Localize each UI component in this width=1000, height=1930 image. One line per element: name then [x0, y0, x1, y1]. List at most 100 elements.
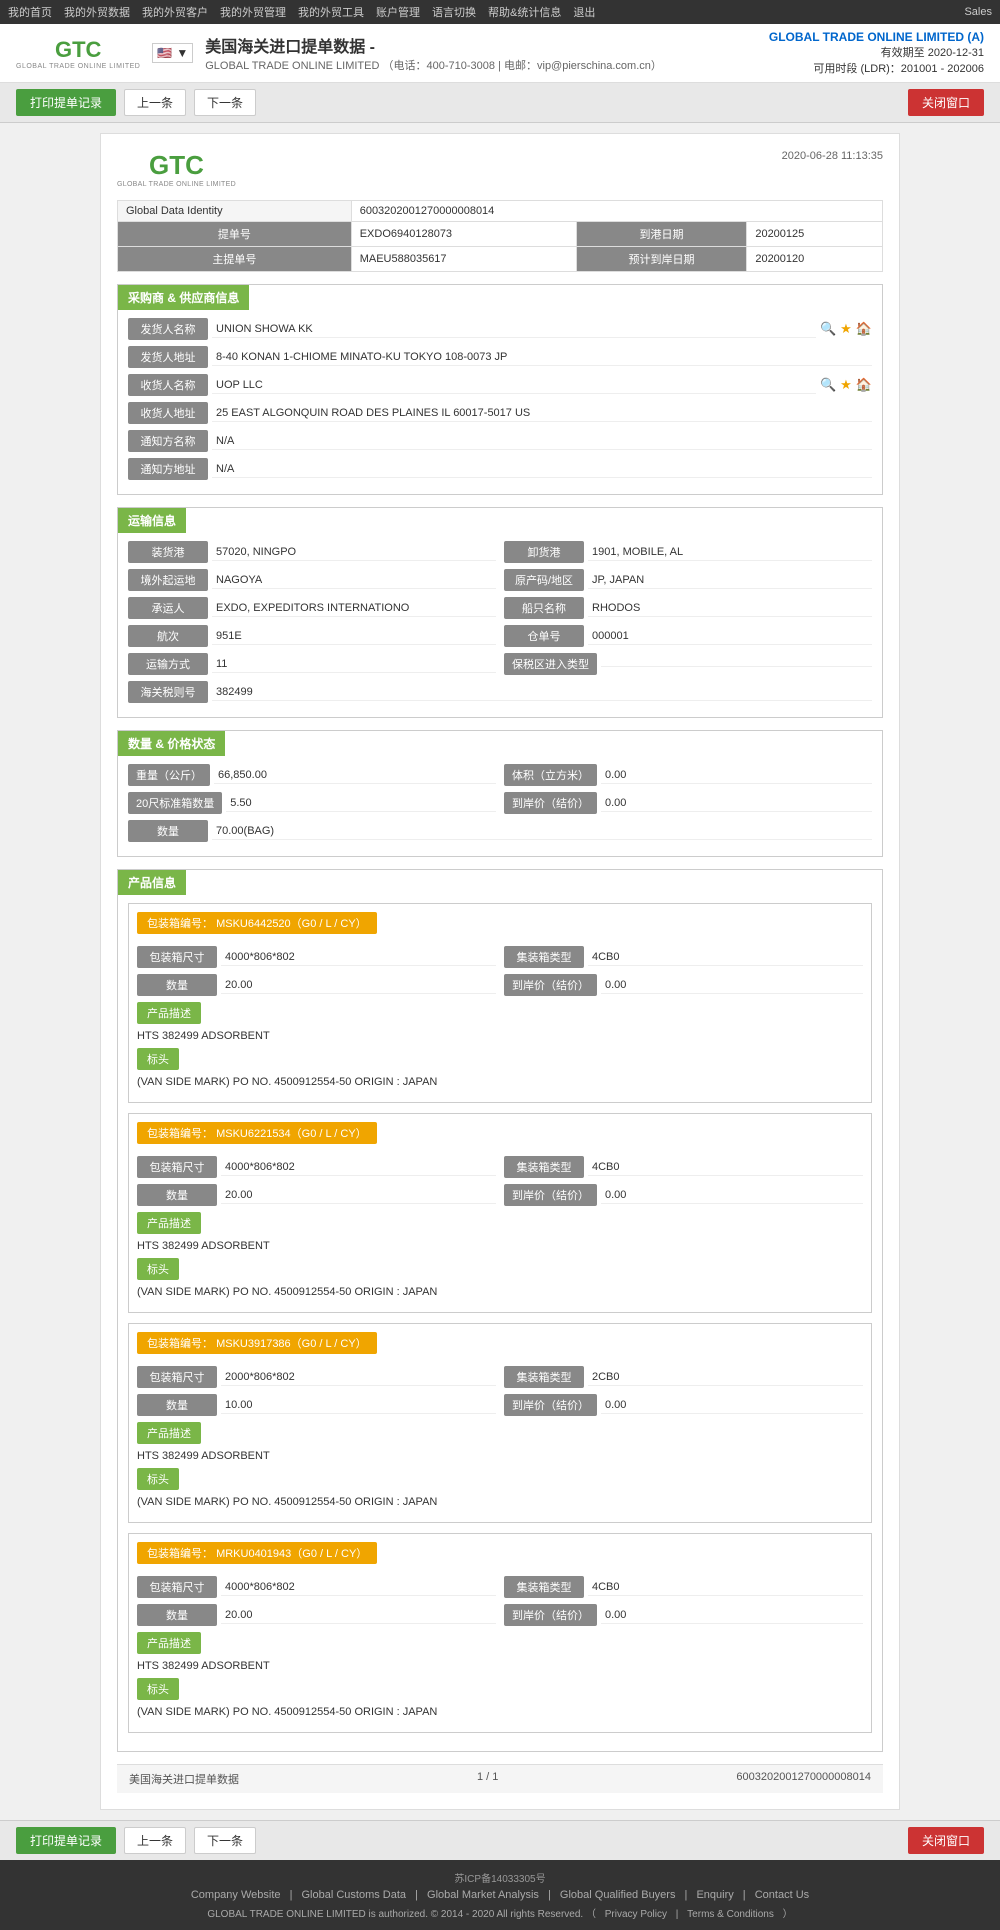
customs-bond-field: 保税区进入类型 [504, 653, 872, 675]
close-button[interactable]: 关闭窗口 [908, 89, 984, 116]
product3-size-label: 包装箱尺寸 [137, 1576, 217, 1598]
unit-price-label: 到岸价（结价） [504, 792, 597, 814]
desc-badge-0: 产品描述 [137, 1002, 201, 1024]
bol-label: 仓单号 [504, 625, 584, 647]
next-button[interactable]: 下一条 [194, 89, 256, 116]
product1-size-label: 包装箱尺寸 [137, 1156, 217, 1178]
nav-export-data[interactable]: 我的外贸数据 [64, 4, 130, 20]
phone: 400-710-3008 [427, 60, 496, 72]
voyage-field: 航次 951E [128, 625, 496, 647]
marks-badge-2: 标头 [137, 1468, 179, 1490]
footer-link-contact[interactable]: Contact Us [755, 1889, 809, 1901]
notify-address-value: N/A [212, 461, 872, 478]
search-icon-shipper[interactable]: 🔍 [820, 321, 836, 337]
product2-qty-label: 数量 [137, 1394, 217, 1416]
home-icon-shipper[interactable]: 🏠 [856, 321, 872, 337]
product2-size-value: 2000*806*802 [221, 1369, 496, 1386]
container-no-label-1: 包装箱编号 [147, 1128, 202, 1140]
logo-letters: GTC [55, 37, 101, 63]
header-left: GTC GLOBAL TRADE ONLINE LIMITED 🇺🇸 ▼ 美国海… [16, 33, 662, 73]
weight-value: 66,850.00 [214, 767, 496, 784]
doc-identity-table: Global Data Identity 6003202001270000008… [117, 200, 883, 272]
section4-body: 包装箱编号： MSKU6442520（G0 / L / CY） 包装箱尺寸 40… [118, 895, 882, 1751]
product1-size-type-row: 包装箱尺寸 4000*806*802 集装箱类型 4CB0 [137, 1156, 863, 1178]
bottom-prev-button[interactable]: 上一条 [124, 1827, 186, 1854]
carrier-label: 承运人 [128, 597, 208, 619]
footer-link-enquiry[interactable]: Enquiry [696, 1889, 733, 1901]
unload-port-value: 1901, MOBILE, AL [588, 544, 872, 561]
flag-dropdown-icon: ▼ [176, 46, 188, 60]
section2-body: 装货港 57020, NINGPO 卸货港 1901, MOBILE, AL 境… [118, 533, 882, 717]
logo-subtitle: GLOBAL TRADE ONLINE LIMITED [16, 63, 140, 70]
nav-language[interactable]: 语言切换 [432, 4, 476, 20]
print-button[interactable]: 打印提单记录 [16, 89, 116, 116]
quantity-value: 70.00(BAG) [212, 823, 872, 840]
vessel-field: 船只名称 RHODOS [504, 597, 872, 619]
footer-terms-link[interactable]: Terms & Conditions [687, 1909, 774, 1920]
containers-label: 20尺标准箱数量 [128, 792, 222, 814]
search-icon-consignee[interactable]: 🔍 [820, 377, 836, 393]
product0-qty-value: 20.00 [221, 977, 496, 994]
arrival-date-value: 20200125 [747, 222, 883, 247]
marks-badge-1: 标头 [137, 1258, 179, 1280]
bol-value: 000001 [588, 628, 872, 645]
global-identity-value: 6003202001270000008014 [351, 201, 882, 222]
footer-link-market[interactable]: Global Market Analysis [427, 1889, 539, 1901]
star-icon-consignee[interactable]: ★ [840, 377, 852, 393]
product0-type-field: 集装箱类型 4CB0 [504, 946, 863, 968]
nav-account[interactable]: 账户管理 [376, 4, 420, 20]
product2-price-value: 0.00 [601, 1397, 863, 1414]
origin-value: NAGOYA [212, 572, 496, 589]
origin-country-label: 原产码/地区 [504, 569, 584, 591]
shipper-address-row: 发货人地址 8-40 KONAN 1-CHIOME MINATO-KU TOKY… [128, 346, 872, 368]
star-icon-shipper[interactable]: ★ [840, 321, 852, 337]
containers-value: 5.50 [226, 795, 496, 812]
origin-field: 境外起运地 NAGOYA [128, 569, 496, 591]
product0-desc-text: HTS 382499 ADSORBENT [137, 1028, 863, 1044]
doc-logo: GTC GLOBAL TRADE ONLINE LIMITED [117, 150, 236, 188]
footer-link-company[interactable]: Company Website [191, 1889, 281, 1901]
container-no-badge-0: 包装箱编号： MSKU6442520（G0 / L / CY） [137, 912, 377, 934]
page-title: 美国海关进口提单数据 - [205, 33, 662, 57]
est-arrival-label: 预计到岸日期 [576, 247, 747, 272]
product1-type-label: 集装箱类型 [504, 1156, 584, 1178]
flag-selector[interactable]: 🇺🇸 ▼ [152, 43, 193, 63]
prev-button[interactable]: 上一条 [124, 89, 186, 116]
container-no-value-1: MSKU6221534（G0 / L / CY） [216, 1128, 367, 1140]
flag-icon: 🇺🇸 [157, 46, 172, 60]
product2-size-type-row: 包装箱尺寸 2000*806*802 集装箱类型 2CB0 [137, 1366, 863, 1388]
vessel-label: 船只名称 [504, 597, 584, 619]
footer-link-buyers[interactable]: Global Qualified Buyers [560, 1889, 676, 1901]
product0-qty-field: 数量 20.00 [137, 974, 496, 996]
nav-logout[interactable]: 退出 [573, 4, 595, 20]
product3-price-field: 到岸价（结价） 0.00 [504, 1604, 863, 1626]
bottom-next-button[interactable]: 下一条 [194, 1827, 256, 1854]
containers-price-row: 20尺标准箱数量 5.50 到岸价（结价） 0.00 [128, 792, 872, 814]
consignee-name-value: UOP LLC [212, 377, 816, 394]
product3-qty-value: 20.00 [221, 1607, 496, 1624]
product2-type-label: 集装箱类型 [504, 1366, 584, 1388]
product3-type-value: 4CB0 [588, 1579, 863, 1596]
nav-home[interactable]: 我的首页 [8, 4, 52, 20]
global-identity-label: Global Data Identity [118, 201, 352, 222]
container-no-badge-1: 包装箱编号： MSKU6221534（G0 / L / CY） [137, 1122, 377, 1144]
nav-help[interactable]: 帮助&统计信息 [488, 4, 561, 20]
home-icon-consignee[interactable]: 🏠 [856, 377, 872, 393]
desc-badge-1: 产品描述 [137, 1212, 201, 1234]
product2-desc-text: HTS 382499 ADSORBENT [137, 1448, 863, 1464]
bottom-close-button[interactable]: 关闭窗口 [908, 1827, 984, 1854]
bottom-print-button[interactable]: 打印提单记录 [16, 1827, 116, 1854]
shipper-address-label: 发货人地址 [128, 346, 208, 368]
nav-export-customers[interactable]: 我的外贸客户 [142, 4, 208, 20]
nav-export-manage[interactable]: 我的外贸管理 [220, 4, 286, 20]
nav-export-tools[interactable]: 我的外贸工具 [298, 4, 364, 20]
footer-link-customs[interactable]: Global Customs Data [302, 1889, 407, 1901]
product1-price-label: 到岸价（结价） [504, 1184, 597, 1206]
doc-footer: 美国海关进口提单数据 1 / 1 6003202001270000008014 [117, 1764, 883, 1793]
page-header: GTC GLOBAL TRADE ONLINE LIMITED 🇺🇸 ▼ 美国海… [0, 24, 1000, 83]
email: vip@pierschina.com.cn [537, 60, 651, 72]
section-buyer-supplier: 采购商 & 供应商信息 发货人名称 UNION SHOWA KK 🔍 ★ 🏠 发… [117, 284, 883, 495]
carrier-field: 承运人 EXDO, EXPEDITORS INTERNATIONO [128, 597, 496, 619]
marks-badge-0: 标头 [137, 1048, 179, 1070]
footer-privacy-link[interactable]: Privacy Policy [605, 1909, 667, 1920]
